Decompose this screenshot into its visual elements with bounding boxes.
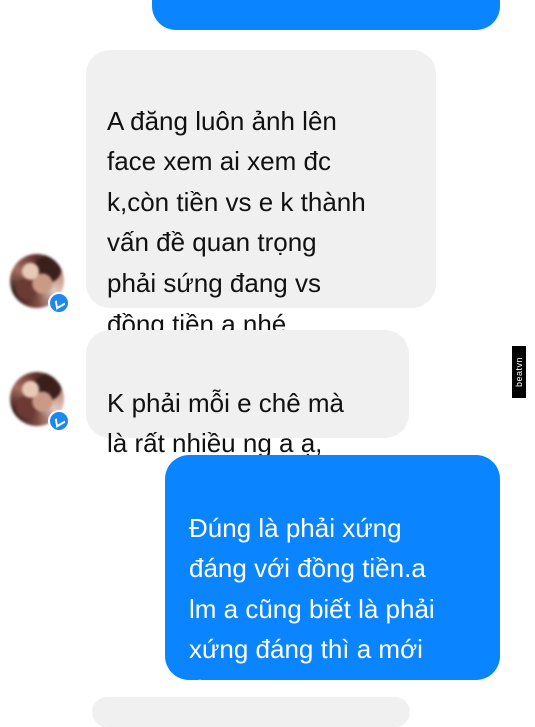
incoming-message-bubble[interactable]: K phải mỗi e chê mà là rất nhiều ng a ạ, [86, 330, 409, 458]
incoming-message-bubble[interactable]: A đăng luôn ảnh lên face xem ai xem đc k… [86, 50, 436, 339]
message-text: Đúng là phải xứng đáng với đồng tiền.a l… [189, 512, 435, 705]
message-text: K phải mỗi e chê mà là rất nhiều ng a ạ, [107, 387, 345, 459]
messenger-badge-icon [48, 292, 70, 314]
messenger-badge-icon [48, 410, 70, 432]
incoming-message-bubble-partial [92, 697, 410, 727]
sender-avatar[interactable] [8, 252, 72, 316]
message-text: A đăng luôn ảnh lên face xem ai xem đc k… [107, 105, 366, 339]
watermark-logo: beatvn [512, 346, 526, 398]
outgoing-message-bubble[interactable]: chủ kp ngày 1 ngày 2. [152, 0, 500, 62]
sender-avatar[interactable] [8, 370, 72, 434]
outgoing-message-bubble[interactable]: Đúng là phải xứng đáng với đồng tiền.a l… [165, 455, 500, 705]
